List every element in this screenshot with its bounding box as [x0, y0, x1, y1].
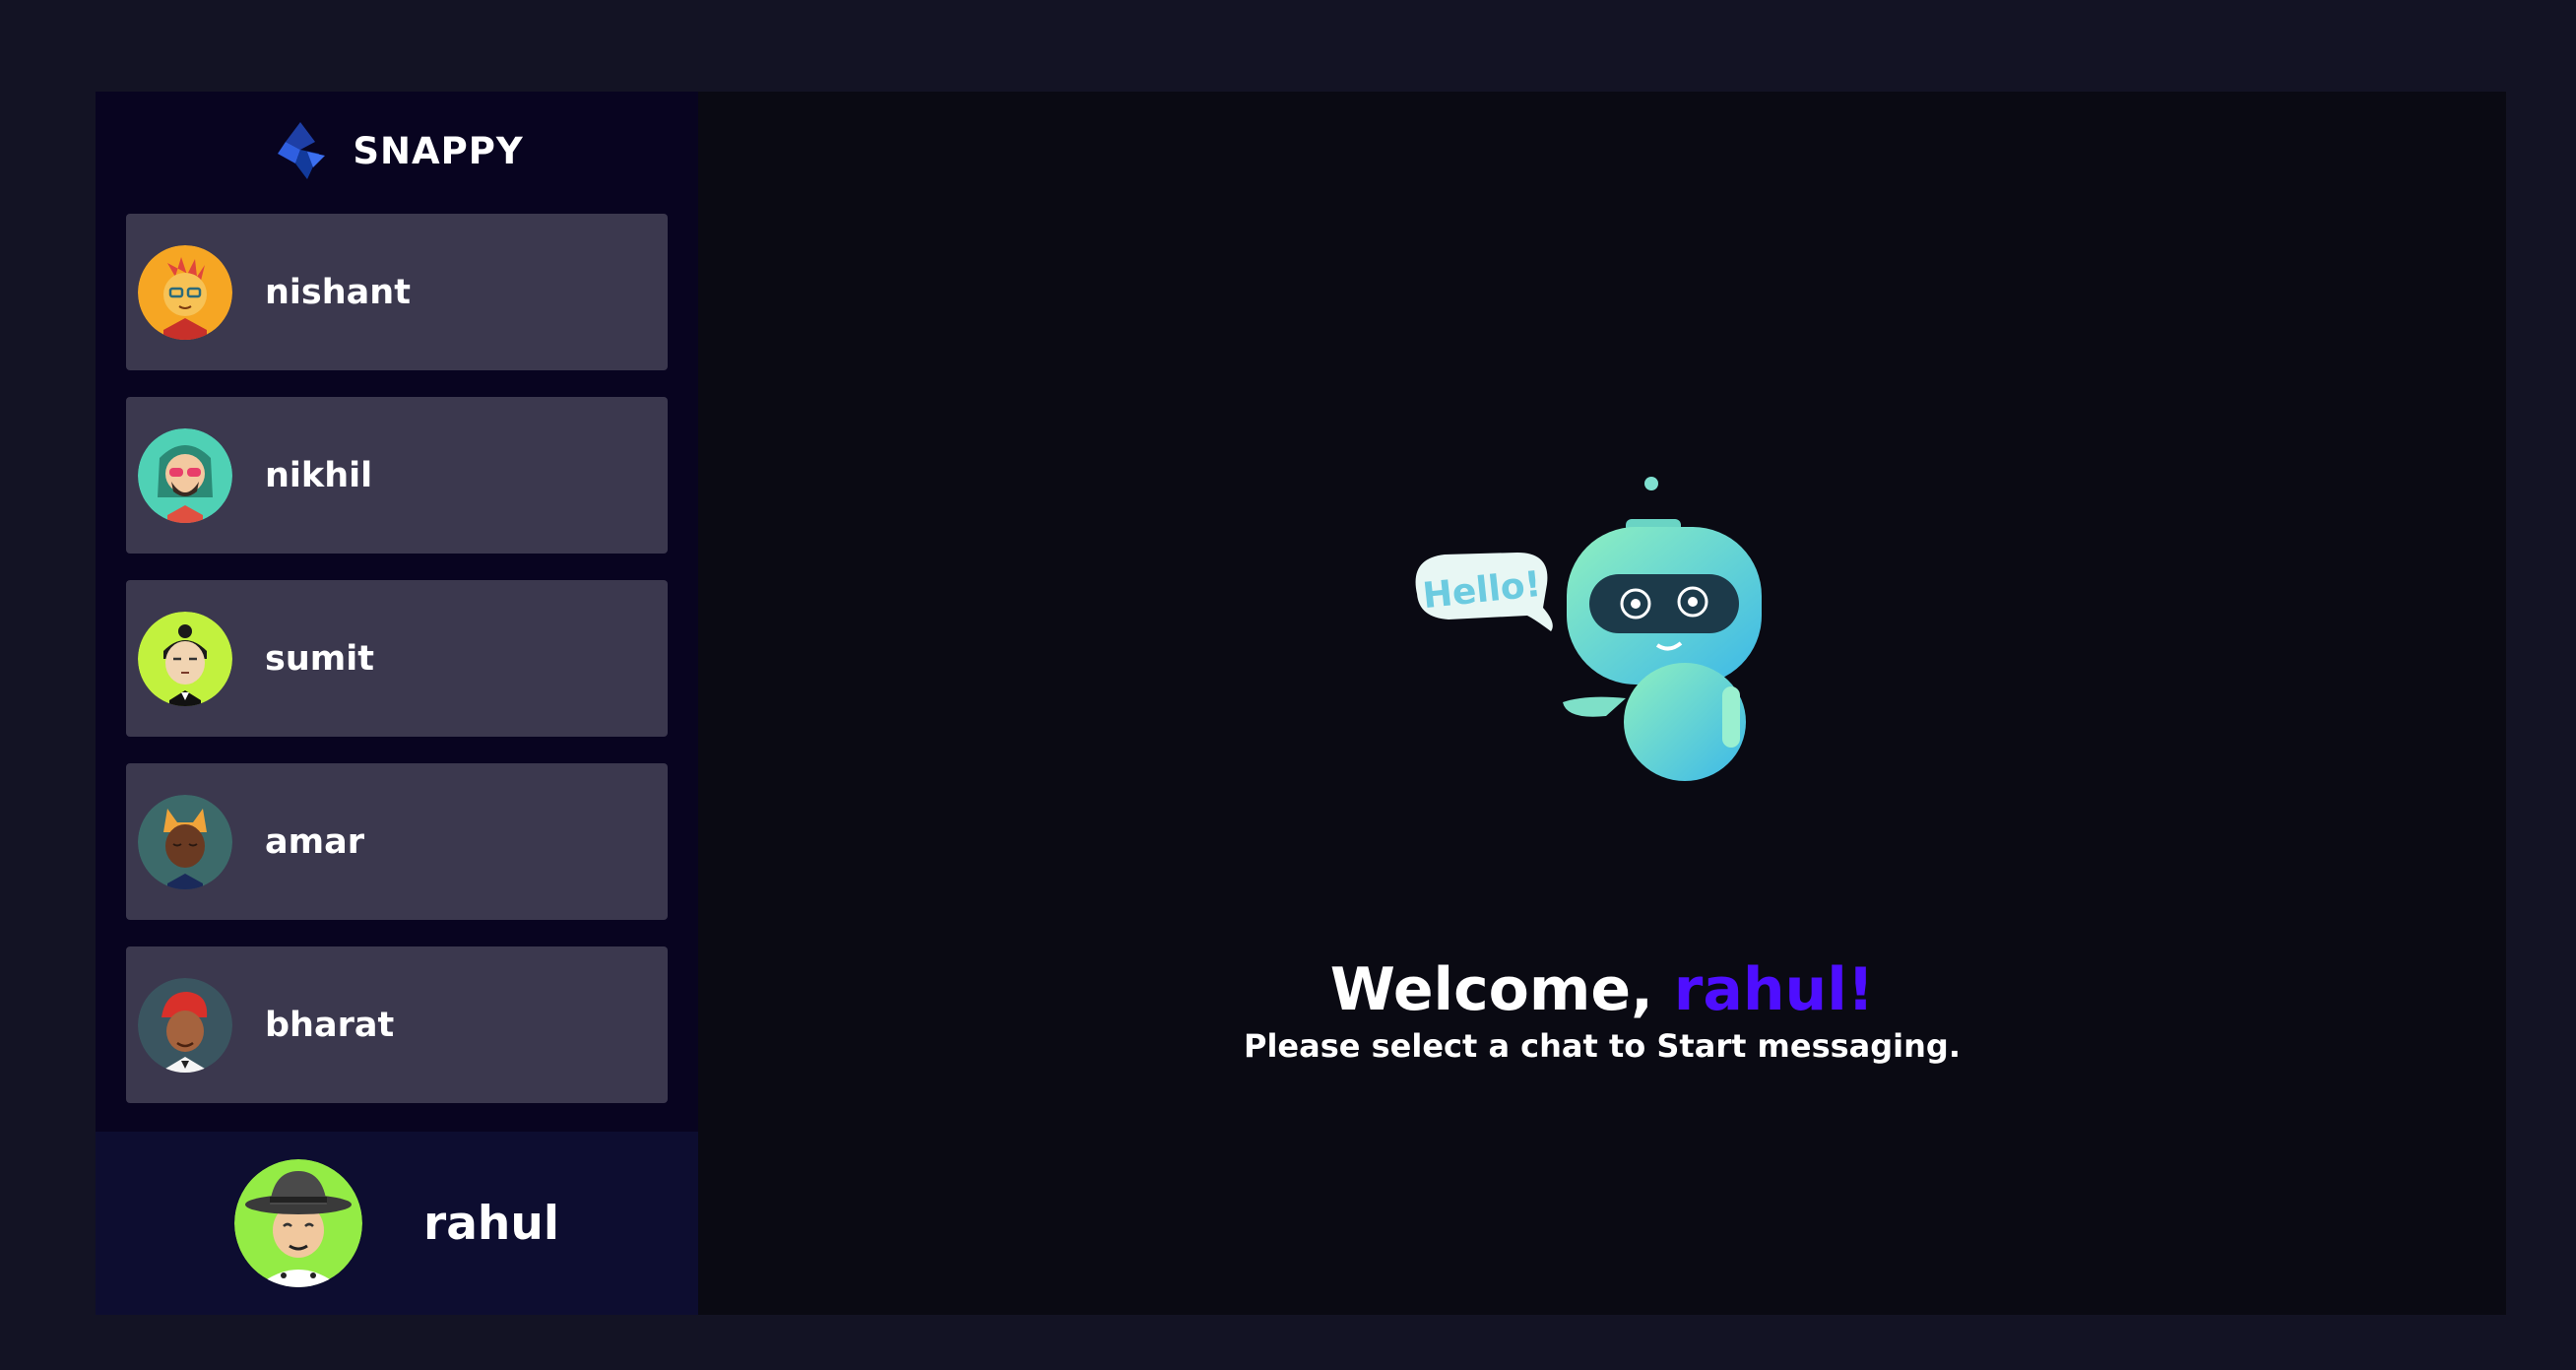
welcome-panel: Hello! Welcome, rahul! Please select a c… [698, 92, 2506, 1315]
brand-name: SNAPPY [353, 129, 524, 172]
welcome-username: rahul! [1673, 955, 1875, 1024]
avatar-rahul-icon [234, 1159, 363, 1287]
avatar-nikhil-icon [138, 427, 232, 523]
contact-list: nishant nikhil sumit amar bharat [126, 214, 668, 1130]
welcome-prefix: Welcome, [1329, 955, 1674, 1024]
contact-item-nishant[interactable]: nishant [126, 214, 668, 370]
contact-item-bharat[interactable]: bharat [126, 946, 668, 1103]
avatar-nishant-icon [138, 244, 232, 340]
current-user-name: rahul [423, 1196, 559, 1251]
contact-name: amar [265, 821, 364, 862]
contact-item-sumit[interactable]: sumit [126, 580, 668, 737]
avatar-amar-icon [138, 794, 232, 889]
brand: SNAPPY [96, 92, 698, 210]
contact-item-amar[interactable]: amar [126, 763, 668, 920]
welcome-subtitle: Please select a chat to Start messaging. [1244, 1027, 1961, 1065]
contacts-sidebar: SNAPPY nishant nikhil sumit amar bharat … [96, 92, 698, 1315]
current-user-panel: rahul [96, 1132, 698, 1315]
welcome-heading: Welcome, rahul! [698, 960, 2506, 1019]
hello-robot-illustration: Hello! [1415, 477, 1762, 781]
avatar-sumit-icon [138, 611, 232, 706]
contact-name: bharat [265, 1005, 395, 1045]
contact-item-nikhil[interactable]: nikhil [126, 397, 668, 554]
contact-name: sumit [265, 638, 374, 679]
avatar-bharat-icon [138, 977, 232, 1073]
snappy-diamond-logo-icon [278, 122, 326, 179]
chat-app: SNAPPY nishant nikhil sumit amar bharat … [96, 92, 2506, 1315]
contact-name: nikhil [265, 455, 373, 495]
contact-name: nishant [265, 272, 411, 312]
